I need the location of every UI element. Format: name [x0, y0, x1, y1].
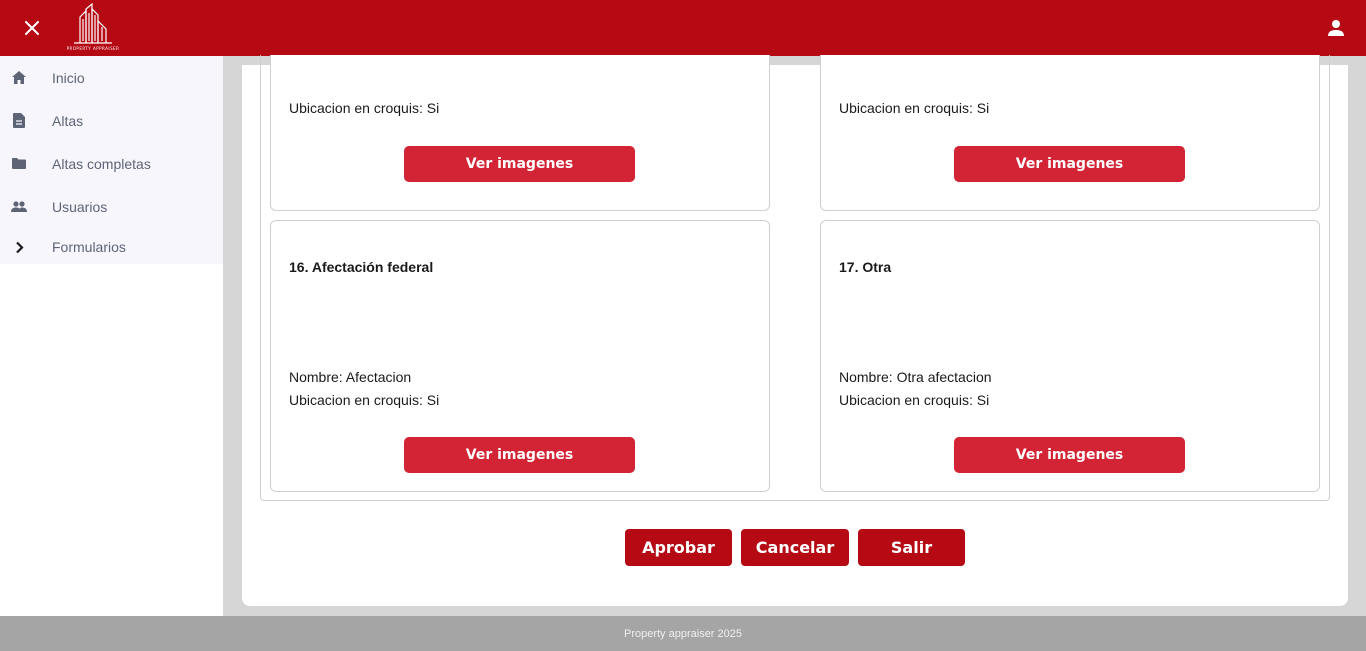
item-card: 16. Afectación federal Nombre: Afectacio…	[270, 220, 770, 492]
item-card: Ubicacion en croquis: Si Ver imagenes	[820, 55, 1320, 211]
exit-button[interactable]: Salir	[858, 529, 965, 566]
sidebar-nav: Inicio Altas Altas completas Usuarios Fo…	[0, 56, 223, 264]
person-icon	[1328, 20, 1344, 36]
sidebar-item-label: Altas	[52, 112, 84, 129]
building-logo-icon	[74, 2, 112, 44]
label-icon	[11, 156, 27, 172]
cancel-button[interactable]: Cancelar	[741, 529, 849, 566]
cards-container: Ubicacion en croquis: Si Ver imagenes Ub…	[260, 55, 1330, 501]
item-location: Ubicacion en croquis: Si	[839, 100, 990, 116]
approve-button[interactable]: Aprobar	[625, 529, 732, 566]
item-location: Ubicacion en croquis: Si	[289, 392, 440, 408]
main-content: Ubicacion en croquis: Si Ver imagenes Ub…	[242, 55, 1348, 606]
home-icon	[11, 70, 27, 86]
sidebar-item-label: Altas completas	[52, 155, 151, 172]
people-icon	[11, 199, 27, 215]
close-icon	[25, 21, 39, 35]
ver-imagenes-button[interactable]: Ver imagenes	[404, 437, 635, 473]
sidebar-item-label: Usuarios	[52, 198, 108, 215]
sidebar-item-inicio[interactable]: Inicio	[0, 56, 223, 99]
sidebar-item-formularios[interactable]: Formularios	[0, 228, 223, 266]
logo[interactable]: PROPERTY APPRAISER	[66, 2, 120, 51]
sidebar-item-usuarios[interactable]: Usuarios	[0, 185, 223, 228]
item-location: Ubicacion en croquis: Si	[289, 100, 440, 116]
ver-imagenes-button[interactable]: Ver imagenes	[954, 437, 1185, 473]
item-title: 17. Otra	[839, 259, 892, 275]
sidebar: Inicio Altas Altas completas Usuarios Fo…	[0, 56, 223, 616]
ver-imagenes-button[interactable]: Ver imagenes	[954, 146, 1185, 182]
sidebar-item-altas[interactable]: Altas	[0, 99, 223, 142]
sidebar-item-label: Inicio	[52, 69, 85, 86]
close-menu-button[interactable]	[14, 10, 50, 46]
chevron-right-icon	[11, 239, 27, 255]
item-location: Ubicacion en croquis: Si	[839, 392, 990, 408]
footer: Property appraiser 2025	[0, 616, 1366, 651]
item-card: Ubicacion en croquis: Si Ver imagenes	[270, 55, 770, 211]
document-icon	[11, 113, 27, 129]
ver-imagenes-button[interactable]: Ver imagenes	[404, 146, 635, 182]
item-name: Nombre: Otra afectacion	[839, 369, 992, 385]
sidebar-item-altas-completas[interactable]: Altas completas	[0, 142, 223, 185]
sidebar-item-label: Formularios	[52, 239, 126, 255]
user-account-button[interactable]	[1324, 16, 1348, 40]
logo-text: PROPERTY APPRAISER	[66, 46, 120, 51]
item-title: 16. Afectación federal	[289, 259, 434, 275]
top-app-bar: PROPERTY APPRAISER	[0, 0, 1366, 56]
footer-text: Property appraiser 2025	[623, 627, 742, 640]
item-name: Nombre: Afectacion	[289, 369, 412, 385]
item-card: 17. Otra Nombre: Otra afectacion Ubicaci…	[820, 220, 1320, 492]
